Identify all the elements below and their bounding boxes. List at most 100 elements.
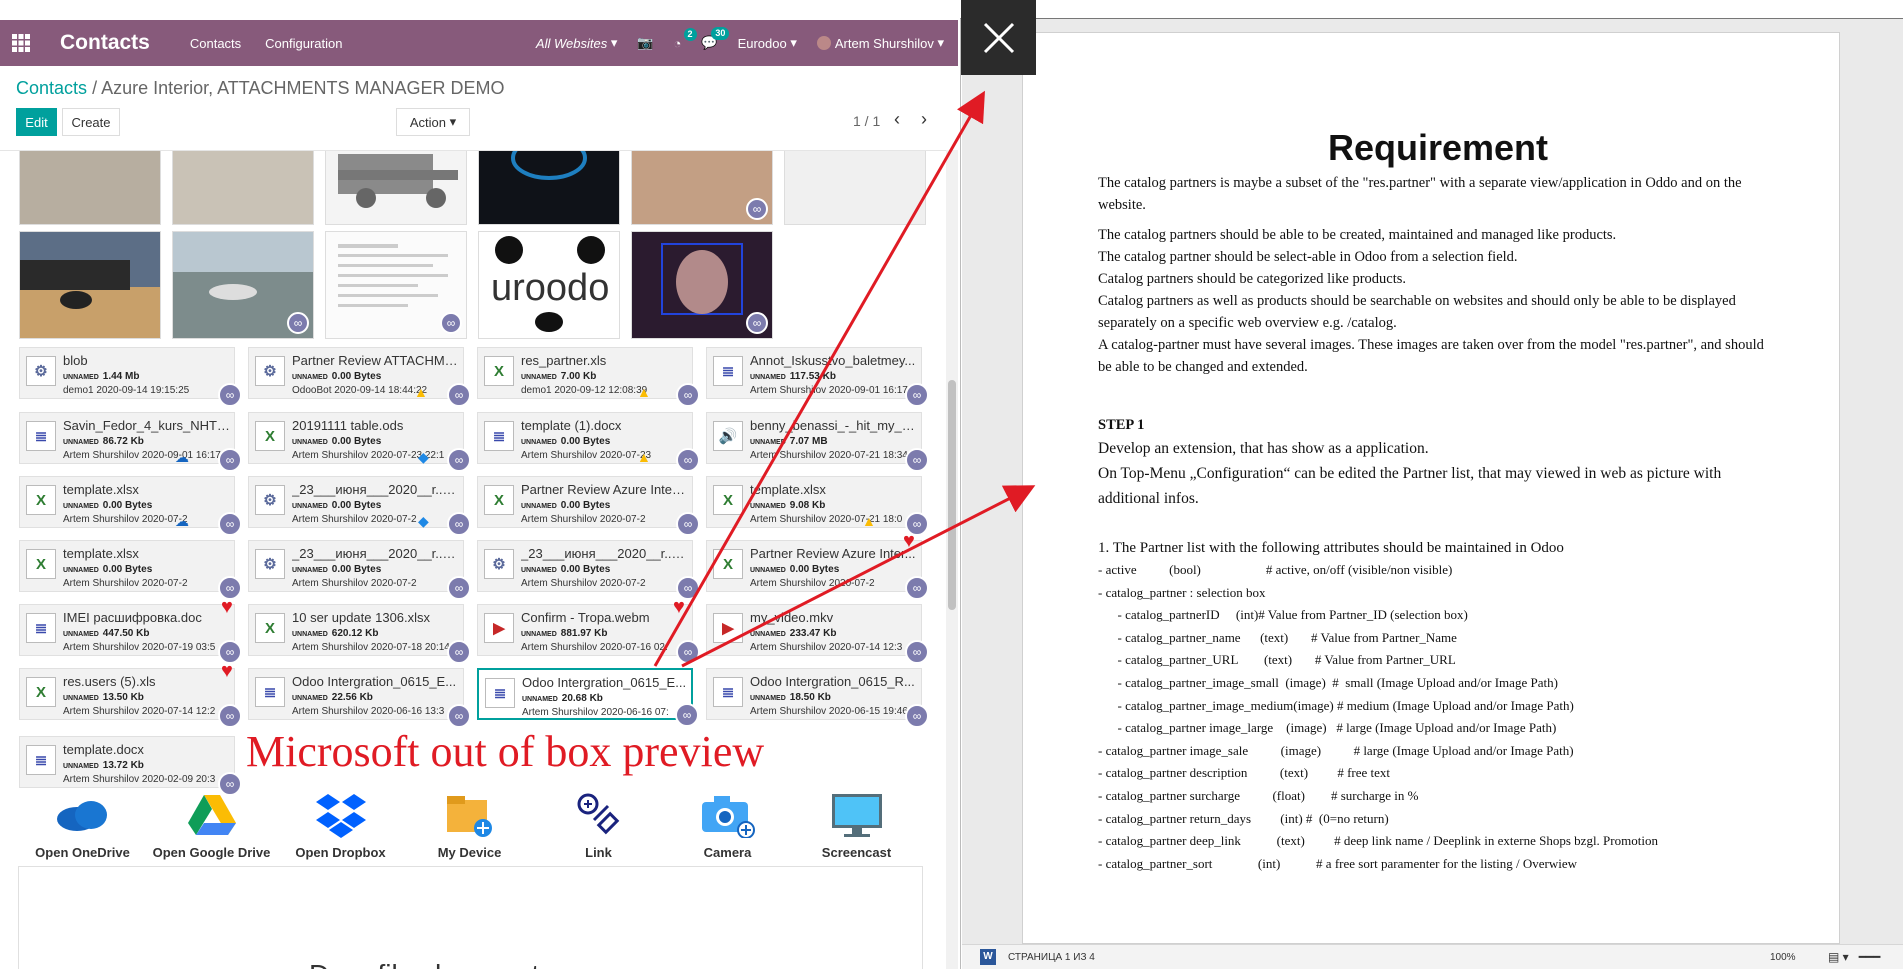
- view-options-icon[interactable]: ▤ ▾ ━━━: [1828, 950, 1880, 964]
- thumbnail-face-detection[interactable]: ∞: [631, 231, 773, 339]
- menu-contacts[interactable]: Contacts: [190, 36, 241, 51]
- create-button[interactable]: Create: [62, 108, 120, 136]
- file-card[interactable]: 🔊 benny_benassi_-_hit_my_h... UNNAMED 7.07 …: [706, 412, 929, 472]
- thumbnail-document-photo[interactable]: [19, 151, 161, 225]
- thumbnail-document-photo[interactable]: [172, 151, 314, 225]
- screencast-button[interactable]: Screencast: [792, 791, 921, 861]
- file-card[interactable]: X Partner Review Azure Inter... UNNAMED 0.0…: [706, 540, 929, 600]
- scrollbar[interactable]: [946, 150, 958, 969]
- edit-button[interactable]: Edit: [16, 108, 57, 136]
- drop-zone[interactable]: Drop files here or to: [18, 866, 923, 969]
- heart-icon[interactable]: ♥: [903, 531, 915, 551]
- heart-icon[interactable]: ♥: [221, 597, 233, 617]
- breadcrumb: Contacts / Azure Interior, ATTACHMENTS M…: [16, 78, 505, 98]
- apps-menu-icon[interactable]: [0, 20, 42, 66]
- thumbnail-boat-photo[interactable]: ∞: [172, 231, 314, 339]
- action-dropdown[interactable]: Action ▾: [396, 108, 470, 136]
- app-brand[interactable]: Contacts: [60, 31, 150, 55]
- file-card[interactable]: ▶ Confirm - Tropa.webm UNNAMED 881.97 Kb Art…: [477, 604, 700, 664]
- link-icon[interactable]: ∞: [905, 576, 929, 600]
- link-icon[interactable]: ∞: [675, 703, 699, 727]
- file-card[interactable]: ≣ Odoo Intergration_0615_R... UNNAMED 18.50…: [706, 668, 929, 728]
- open-dropbox-button[interactable]: Open Dropbox: [276, 791, 405, 861]
- breadcrumb-contacts[interactable]: Contacts: [16, 78, 87, 98]
- file-type-xls-icon: X: [255, 421, 285, 451]
- link-icon[interactable]: ∞: [218, 512, 242, 536]
- user-menu[interactable]: Artem Shurshilov ▾: [816, 35, 944, 51]
- pager-next-icon[interactable]: ›: [921, 109, 927, 130]
- link-icon[interactable]: ∞: [447, 576, 471, 600]
- thumbnail-truck[interactable]: [325, 151, 467, 225]
- link-icon[interactable]: ∞: [447, 383, 471, 407]
- file-card[interactable]: ⚙ blob UNNAMED 1.44 Mb demo1 2020-09-14 19:1…: [19, 347, 242, 407]
- link-icon[interactable]: ∞: [447, 512, 471, 536]
- file-card[interactable]: ≣ Savin_Fedor_4_kurs_NHT_... UNNAMED 86.72 …: [19, 412, 242, 472]
- document-title: Requirement: [1327, 127, 1549, 168]
- file-card[interactable]: Xres.users (5).xls UNNAMED 13.50 Kb Artem S…: [19, 668, 242, 728]
- file-card[interactable]: X 20191111 table.ods UNNAMED 0.00 Bytes Arte…: [248, 412, 471, 472]
- file-card[interactable]: ⚙ _23___июня___2020__r..png UNNAMED 0.00 By…: [248, 476, 471, 536]
- thumbnail-team-grid[interactable]: [784, 151, 926, 225]
- file-card[interactable]: X Partner Review Azure Interi... UNNAMED 0.…: [477, 476, 700, 536]
- heart-icon[interactable]: ♥: [673, 597, 685, 617]
- camera-icon[interactable]: 📷: [637, 35, 653, 51]
- link-icon[interactable]: ∞: [676, 640, 700, 664]
- cloud-storage-icon: ▲: [637, 384, 651, 400]
- file-card[interactable]: ⚙ Partner Review ATTACHME... UNNAMED 0.00 B…: [248, 347, 471, 407]
- link-icon[interactable]: ∞: [746, 198, 768, 220]
- zoom-level[interactable]: 100%: [1770, 952, 1796, 963]
- file-name: blob: [63, 353, 88, 368]
- file-card[interactable]: Xtemplate.xlsx UNNAMED 9.08 Kb Artem Shursh…: [706, 476, 929, 536]
- file-card[interactable]: ⚙ _23___июня___2020__r..png UNNAMED 0.00 By…: [477, 540, 700, 600]
- thumbnail-keyboard-photo[interactable]: [19, 231, 161, 339]
- file-card[interactable]: X 10 ser update 1306.xlsx UNNAMED 620.12 Kb…: [248, 604, 471, 664]
- link-icon[interactable]: ∞: [447, 704, 471, 728]
- link-icon[interactable]: ∞: [676, 383, 700, 407]
- link-icon[interactable]: ∞: [447, 640, 471, 664]
- file-card[interactable]: Xtemplate.xlsx UNNAMED 0.00 Bytes Artem Shu…: [19, 540, 242, 600]
- file-card[interactable]: ≣ IMEI расшифровка.doc UNNAMED 447.50 Kb Art…: [19, 604, 242, 664]
- link-button[interactable]: Link: [534, 791, 663, 861]
- messages-icon[interactable]: 💬 30: [701, 27, 730, 51]
- file-card[interactable]: ≣ Annot_Iskusstvo_baletmey... UNNAMED 117.5…: [706, 347, 929, 407]
- thumbnail-document-screenshot[interactable]: ∞: [325, 231, 467, 339]
- activity-icon[interactable]: ◔ 2: [674, 27, 697, 51]
- close-preview-button[interactable]: [961, 0, 1036, 75]
- file-meta: demo1 2020-09-14 19:15:25: [63, 385, 190, 396]
- pager-prev-icon[interactable]: ‹: [894, 109, 900, 130]
- link-icon[interactable]: ∞: [905, 704, 929, 728]
- file-card[interactable]: Xtemplate.xlsx UNNAMED 0.00 Bytes Artem Shu…: [19, 476, 242, 536]
- thumbnail-person-photo[interactable]: ∞: [631, 151, 773, 225]
- attribute-list: - active (bool) # active, on/off (visibl…: [1098, 559, 1778, 875]
- file-card[interactable]: ▶ my_video.mkv UNNAMED 233.47 Kb Artem Shurs…: [706, 604, 929, 664]
- link-icon[interactable]: ∞: [676, 448, 700, 472]
- open-onedrive-button[interactable]: Open OneDrive: [18, 791, 147, 861]
- link-icon[interactable]: ∞: [905, 448, 929, 472]
- link-icon[interactable]: ∞: [440, 312, 462, 334]
- my-device-button[interactable]: My Device: [405, 791, 534, 861]
- link-icon[interactable]: ∞: [447, 448, 471, 472]
- link-icon[interactable]: ∞: [905, 383, 929, 407]
- file-card[interactable]: ≣ template.docx UNNAMED 13.72 Kb Artem Shurs…: [19, 736, 242, 796]
- link-icon[interactable]: ∞: [287, 312, 309, 334]
- file-card[interactable]: ⚙ _23___июня___2020__r..png UNNAMED 0.00 By…: [248, 540, 471, 600]
- link-icon[interactable]: ∞: [905, 640, 929, 664]
- thumbnail-dark-photo[interactable]: [478, 151, 620, 225]
- file-card[interactable]: ≣ Odoo Intergration_0615_E... UNNAMED 20.68…: [477, 668, 699, 727]
- heart-icon[interactable]: ♥: [221, 661, 233, 681]
- link-icon[interactable]: ∞: [218, 704, 242, 728]
- camera-button[interactable]: Camera: [663, 791, 792, 861]
- website-switcher[interactable]: All Websites ▾: [536, 35, 617, 51]
- company-switcher[interactable]: Eurodoo ▾: [738, 35, 797, 51]
- scrollbar-thumb[interactable]: [948, 380, 956, 610]
- file-card[interactable]: Xres_partner.xls UNNAMED 7.00 Kb demo1 2020…: [477, 347, 700, 407]
- link-icon[interactable]: ∞: [218, 448, 242, 472]
- link-icon[interactable]: ∞: [676, 512, 700, 536]
- menu-configuration[interactable]: Configuration: [265, 36, 342, 51]
- file-card[interactable]: ≣ template (1).docx UNNAMED 0.00 Bytes Artem…: [477, 412, 700, 472]
- thumbnail-eurodoo-logo[interactable]: uroodo: [478, 231, 620, 339]
- file-card[interactable]: ≣ Odoo Intergration_0615_E... UNNAMED 22.56…: [248, 668, 471, 728]
- link-icon[interactable]: ∞: [746, 312, 768, 334]
- link-icon[interactable]: ∞: [218, 383, 242, 407]
- open-google-drive-button[interactable]: Open Google Drive: [147, 791, 276, 861]
